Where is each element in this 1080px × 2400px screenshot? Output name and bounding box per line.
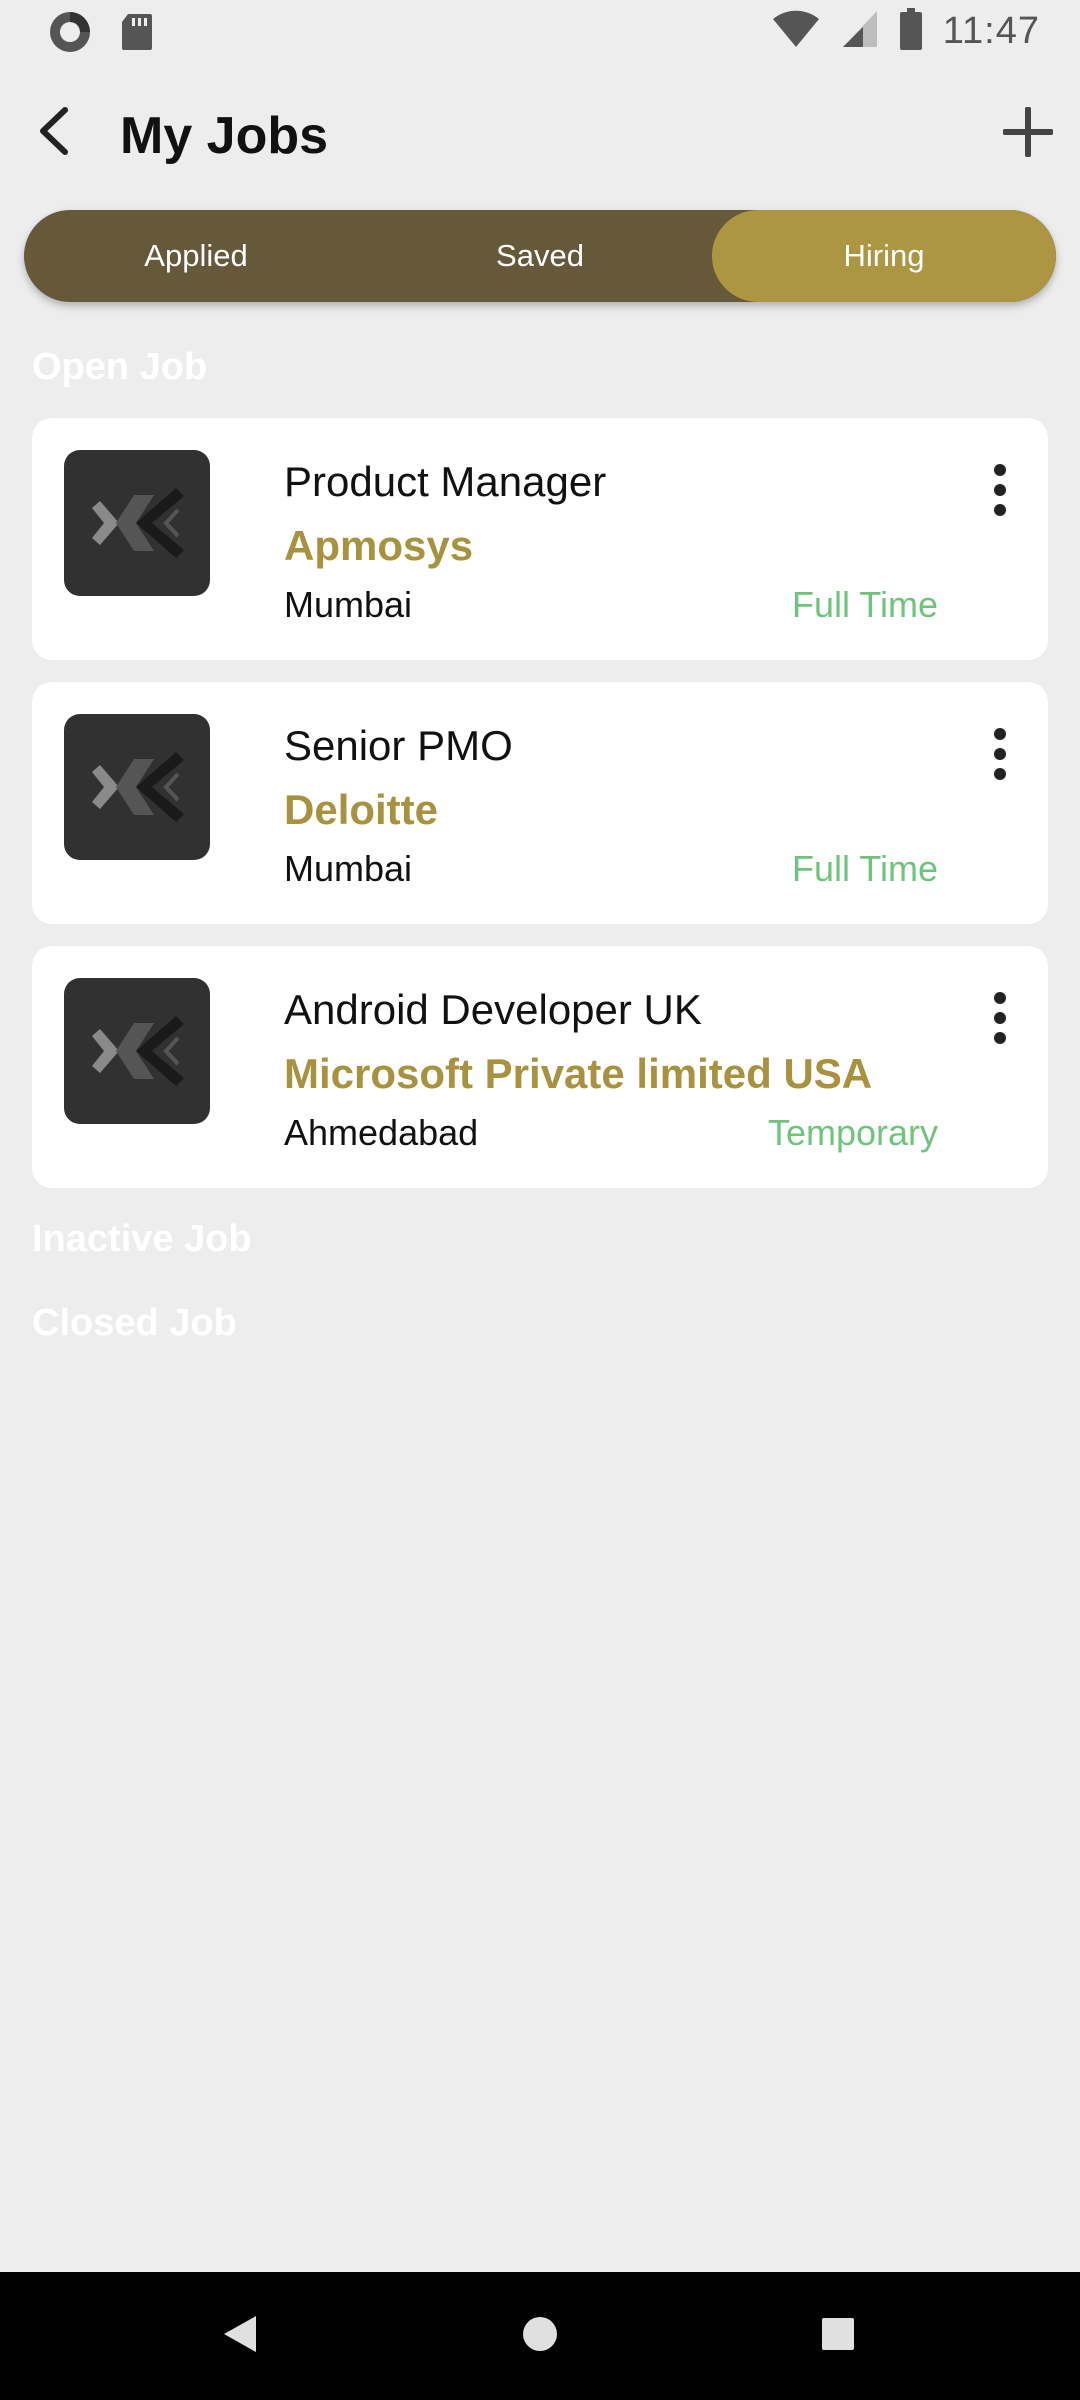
more-options-button[interactable] [972,727,1028,786]
more-options-button[interactable] [972,991,1028,1050]
tab-label: Hiring [843,238,925,273]
nav-back-icon [222,2314,258,2359]
job-location: Mumbai [284,848,413,889]
status-bar: 11:47 [0,0,1080,64]
more-vertical-icon [992,727,1008,786]
job-location: Mumbai [284,584,413,625]
job-type: Temporary [767,1112,938,1153]
job-card[interactable]: Android Developer UK Microsoft Private l… [32,946,1048,1188]
more-vertical-icon [992,991,1008,1050]
app-bar: My Jobs [0,84,1080,184]
tab-saved[interactable]: Saved [368,210,712,302]
job-tabs: Applied Saved Hiring [24,210,1056,302]
page-title: My Jobs [120,107,329,165]
company-name: Deloitte [284,786,439,833]
job-card[interactable]: Senior PMO Deloitte Mumbai Full Time [32,682,1048,924]
more-options-button[interactable] [972,463,1028,522]
more-vertical-icon [992,463,1008,522]
job-type: Full Time [791,848,938,889]
sync-icon [46,8,94,61]
sd-card-icon [120,12,154,57]
job-type: Full Time [791,584,938,625]
job-location: Ahmedabad [284,1112,479,1153]
job-title: Product Manager [284,458,607,505]
company-name: Apmosys [284,522,474,569]
job-title: Senior PMO [284,722,513,769]
company-logo [64,714,210,860]
company-logo [64,978,210,1124]
nav-back-button[interactable] [212,2308,268,2364]
plus-icon [1002,105,1054,162]
tab-label: Applied [144,238,248,273]
company-name: Microsoft Private limited USA [284,1050,873,1097]
inactive-job-header[interactable]: Inactive Job [32,1218,252,1261]
closed-job-header[interactable]: Closed Job [32,1302,237,1345]
signal-icon [841,9,879,54]
clock: 11:47 [942,10,1040,52]
system-nav-bar [0,2272,1080,2400]
back-button[interactable] [24,102,86,164]
tab-label: Saved [496,238,584,273]
nav-recents-icon [821,2317,855,2356]
nav-recents-button[interactable] [810,2308,866,2364]
nav-home-button[interactable] [512,2308,568,2364]
battery-icon [899,8,923,55]
open-job-header[interactable]: Open Job [32,346,207,389]
nav-home-icon [521,2315,559,2358]
wifi-icon [771,9,821,54]
add-job-button[interactable] [996,102,1060,166]
company-logo [64,450,210,596]
job-title: Android Developer UK [284,986,702,1033]
back-arrow-icon [35,106,75,161]
job-card[interactable]: Product Manager Apmosys Mumbai Full Time [32,418,1048,660]
tab-hiring[interactable]: Hiring [712,210,1056,302]
tab-applied[interactable]: Applied [24,210,368,302]
